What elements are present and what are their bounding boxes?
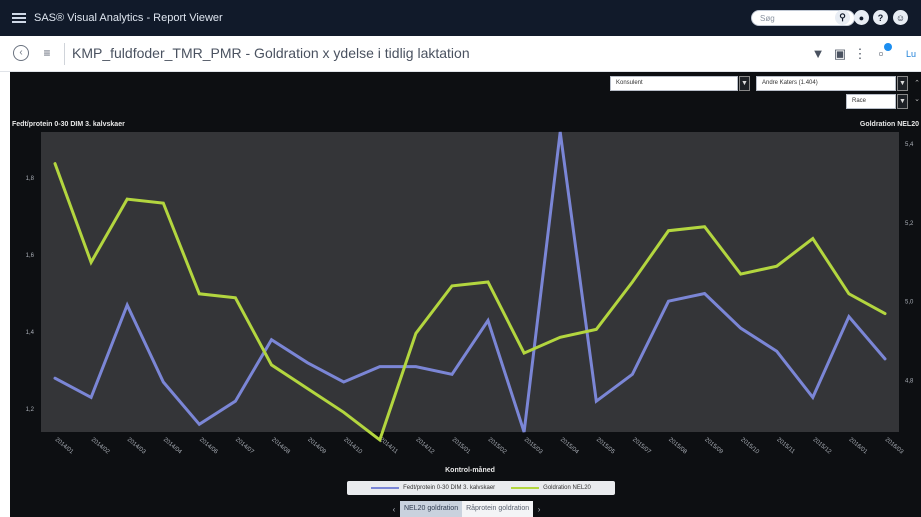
outline-icon[interactable]: ≡ [40, 46, 54, 60]
notifications-icon[interactable]: ● [854, 10, 869, 25]
x-tick-label: 2015/08 [667, 437, 688, 456]
x-tick-label: 2014/07 [234, 437, 255, 456]
x-tick-label: 2015/10 [739, 437, 760, 456]
x-tick-label: 2014/01 [54, 437, 75, 456]
legend-label-fat-protein: Fedt/protein 0-30 DIM 3. kalvskaer [403, 485, 496, 491]
x-tick-label: 2014/08 [270, 437, 291, 456]
x-tick-label: 2016/01 [848, 437, 869, 456]
y2-tick-label: 4,8 [905, 379, 914, 385]
x-tick-label: 2014/12 [415, 437, 436, 456]
y2-tick-label: 5,0 [905, 300, 914, 306]
x-tick-label: 2014/02 [90, 437, 111, 456]
x-tick-label: 2014/11 [378, 437, 399, 456]
x-tick-label: 2014/04 [162, 437, 183, 456]
y2-tick-label: 5,4 [905, 142, 914, 148]
toolbar-divider [64, 43, 65, 65]
hamburger-menu-icon[interactable] [12, 13, 26, 23]
y-tick-label: 1,6 [26, 253, 35, 259]
x-tick-label: 2016/03 [884, 437, 905, 456]
x-tick-label: 2015/01 [451, 437, 472, 456]
y-tick-label: 1,8 [26, 176, 35, 182]
x-tick-label: 2015/03 [523, 437, 544, 456]
plot-area [41, 132, 899, 432]
x-tick-label: 2015/11 [775, 437, 796, 456]
report-toolbar: ‹ ≡ KMP_fuldfoder_TMR_PMR - Goldration x… [0, 36, 921, 72]
x-axis-title: Kontrol-måned [445, 466, 495, 474]
comments-badge [884, 43, 892, 51]
x-tick-label: 2014/10 [342, 437, 363, 456]
user-avatar-icon[interactable]: ☺ [893, 10, 908, 25]
tab-nel20-goldration[interactable]: NEL20 goldration [400, 501, 463, 517]
x-tick-label: 2014/06 [198, 437, 219, 456]
back-button[interactable]: ‹ [13, 45, 29, 61]
toolbar-link[interactable]: Lu [906, 49, 916, 59]
y2-tick-label: 5,2 [905, 221, 914, 227]
app-title: SAS® Visual Analytics - Report Viewer [34, 12, 223, 24]
line-chart: Fedt/protein 0-30 DIM 3. kalvskaer Goldr… [12, 121, 919, 474]
x-tick-label: 2015/05 [595, 437, 616, 456]
legend-item-goldration[interactable]: Goldration NEL20 [511, 485, 591, 491]
y-tick-label: 1,4 [26, 330, 35, 336]
x-tick-label: 2015/09 [703, 437, 724, 456]
x-tick-label: 2015/12 [812, 437, 833, 456]
report-title: KMP_fuldfoder_TMR_PMR - Goldration x yde… [72, 45, 470, 61]
x-tick-label: 2014/03 [126, 437, 147, 456]
tab-raprotein-goldration[interactable]: Råprotein goldration [462, 501, 534, 517]
pin-icon[interactable]: ▼ [810, 46, 826, 62]
app-header: SAS® Visual Analytics - Report Viewer ⚲ … [0, 0, 921, 36]
legend-label-goldration: Goldration NEL20 [543, 485, 591, 491]
report-canvas: Konsulent ▼ Andre Katers (1.404) ▼ Race … [10, 72, 921, 517]
help-icon[interactable]: ? [873, 10, 888, 25]
y-axis-title: Fedt/protein 0-30 DIM 3. kalvskaer [12, 121, 125, 128]
x-tick-label: 2015/04 [559, 437, 580, 456]
page-tabs: ‹ NEL20 goldration Råprotein goldration … [388, 501, 545, 517]
tab-next-icon[interactable]: › [533, 505, 545, 514]
search-icon[interactable]: ⚲ [835, 10, 850, 25]
x-tick-label: 2015/02 [487, 437, 508, 456]
legend-item-fat-protein[interactable]: Fedt/protein 0-30 DIM 3. kalvskaer [371, 485, 495, 491]
x-tick-label: 2014/09 [306, 437, 327, 456]
y-tick-label: 1,2 [26, 407, 35, 413]
legend-swatch-goldration [511, 486, 540, 490]
more-options-icon[interactable]: ⋮ [852, 46, 868, 62]
tab-prev-icon[interactable]: ‹ [388, 505, 400, 514]
chart-legend: Fedt/protein 0-30 DIM 3. kalvskaer Goldr… [347, 481, 615, 495]
legend-swatch-fat-protein [371, 486, 400, 490]
report-info-icon[interactable]: ▣ [832, 46, 848, 62]
x-tick-label: 2015/07 [631, 437, 652, 456]
y2-axis-title: Goldration NEL20 [860, 121, 919, 128]
